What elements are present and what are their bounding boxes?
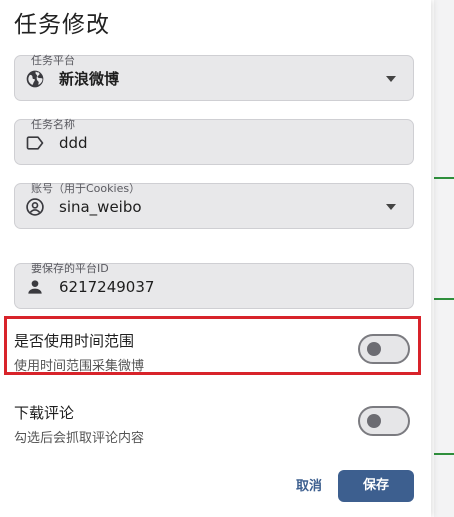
task-edit-dialog: 任务修改 任务平台 新浪微博 任务名称 ddd 账号（用于Cookies） si… bbox=[0, 0, 431, 517]
platform-label: 任务平台 bbox=[31, 54, 75, 67]
comments-title: 下载评论 bbox=[14, 404, 75, 422]
comments-subtitle: 勾选后会抓取评论内容 bbox=[14, 431, 145, 446]
globe-icon bbox=[26, 70, 44, 88]
platform-select[interactable]: 任务平台 新浪微博 bbox=[14, 55, 414, 101]
platform-id-value: 6217249037 bbox=[59, 278, 155, 296]
account-select[interactable]: 账号（用于Cookies） sina_weibo bbox=[14, 183, 414, 229]
platform-id-label: 要保存的平台ID bbox=[31, 262, 109, 275]
backdrop-divider bbox=[434, 177, 454, 179]
page-backdrop bbox=[434, 0, 454, 517]
account-label: 账号（用于Cookies） bbox=[31, 182, 141, 195]
dialog-title: 任务修改 bbox=[14, 12, 110, 38]
platform-value: 新浪微博 bbox=[59, 70, 120, 88]
task-name-label: 任务名称 bbox=[31, 118, 75, 131]
dropdown-arrow-icon[interactable] bbox=[386, 76, 396, 82]
tag-icon bbox=[26, 136, 44, 150]
task-name-value: ddd bbox=[59, 134, 88, 152]
platform-id-field[interactable]: 要保存的平台ID 6217249037 bbox=[14, 263, 414, 309]
account-value: sina_weibo bbox=[59, 198, 142, 216]
comments-toggle[interactable] bbox=[358, 406, 410, 436]
account-circle-icon bbox=[26, 198, 44, 216]
save-button[interactable]: 保存 bbox=[338, 470, 414, 502]
toggle-knob bbox=[367, 414, 381, 428]
backdrop-divider bbox=[434, 298, 454, 300]
highlight-box bbox=[4, 316, 421, 375]
viewport: 任务修改 任务平台 新浪微博 任务名称 ddd 账号（用于Cookies） si… bbox=[0, 0, 454, 517]
backdrop-divider bbox=[434, 453, 454, 455]
task-name-field[interactable]: 任务名称 ddd bbox=[14, 119, 414, 165]
comments-setting: 下载评论 勾选后会抓取评论内容 bbox=[0, 392, 431, 448]
cancel-button[interactable]: 取消 bbox=[286, 472, 332, 502]
person-icon bbox=[28, 280, 42, 294]
dropdown-arrow-icon[interactable] bbox=[386, 204, 396, 210]
